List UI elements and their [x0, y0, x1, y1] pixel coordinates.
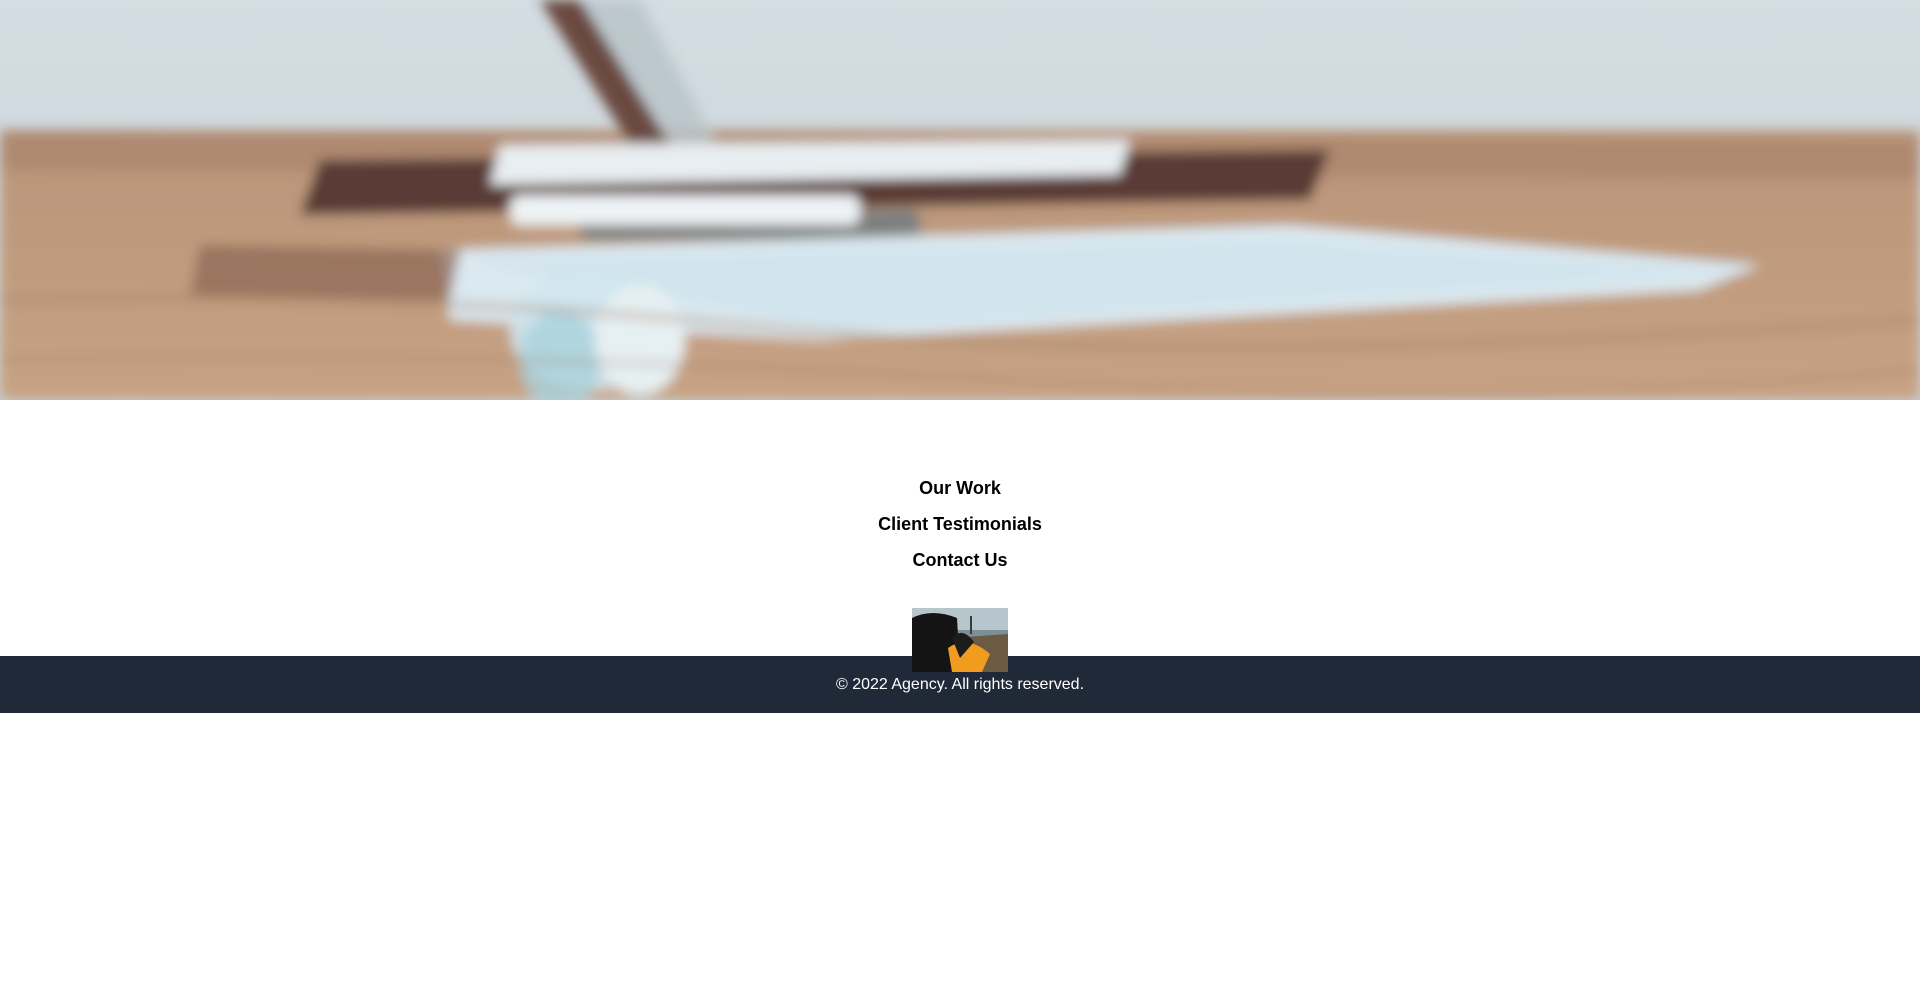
nav-link-client-testimonials[interactable]: Client Testimonials	[878, 506, 1042, 542]
nav-link-our-work[interactable]: Our Work	[919, 470, 1001, 506]
main-nav: Our Work Client Testimonials Contact Us	[0, 470, 1920, 578]
nav-link-contact-us[interactable]: Contact Us	[912, 542, 1007, 578]
thumbnail-image[interactable]	[912, 608, 1008, 672]
footer-copyright: © 2022 Agency. All rights reserved.	[835, 676, 1085, 693]
hero-image	[0, 0, 1920, 400]
